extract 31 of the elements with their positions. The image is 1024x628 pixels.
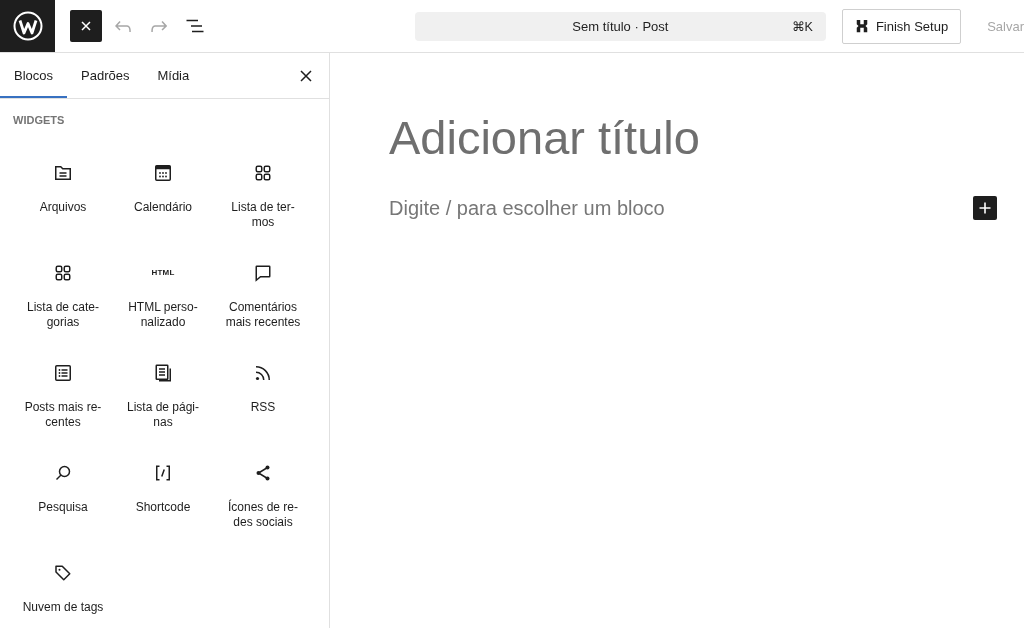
block-item[interactable]: Lista de cate- gorias (13, 245, 113, 338)
h-icon (854, 19, 869, 33)
block-item[interactable]: Calendário (113, 145, 213, 223)
keyboard-shortcut: ⌘K (791, 18, 813, 34)
block-item[interactable]: Comentários mais recentes (213, 245, 313, 338)
block-item[interactable]: RSS (213, 345, 313, 423)
undo-icon (115, 19, 131, 33)
inserter-tab[interactable]: Padrões (67, 53, 144, 98)
paragraph-field[interactable]: Digite / para escolher um bloco (389, 193, 961, 223)
logo-icon (12, 11, 43, 41)
block-item[interactable]: Arquivos (13, 145, 113, 223)
redo-icon (151, 19, 167, 33)
block-item[interactable]: Lista de pági- nas (113, 345, 213, 438)
add-block-button[interactable] (973, 196, 997, 220)
inserter-tab[interactable]: Mídia (143, 53, 204, 98)
block-item[interactable]: Posts mais re- centes (13, 345, 113, 438)
list-view-icon (186, 19, 204, 33)
block-item[interactable]: Nuvem de tags (13, 545, 113, 623)
inserter-tab[interactable]: Blocos (0, 53, 68, 98)
html-icon: HTML (151, 261, 175, 285)
block-item[interactable]: Pesquisa (13, 445, 113, 523)
site-logo-button[interactable] (0, 0, 55, 52)
block-item[interactable]: HTML HTML perso- nalizado (113, 245, 213, 338)
finish-setup-button[interactable]: Finish Setup (841, 8, 962, 44)
command-bar[interactable]: Sem título · Post ⌘K (414, 11, 826, 41)
block-item[interactable]: Ícones de re- des sociais (213, 445, 313, 538)
block-item[interactable]: Lista de ter- mos (213, 145, 313, 238)
title-field[interactable]: Adicionar título (389, 110, 949, 166)
close-button[interactable] (70, 10, 102, 42)
section-heading: WIDGETS (13, 113, 65, 127)
block-item[interactable]: Shortcode (113, 445, 213, 523)
